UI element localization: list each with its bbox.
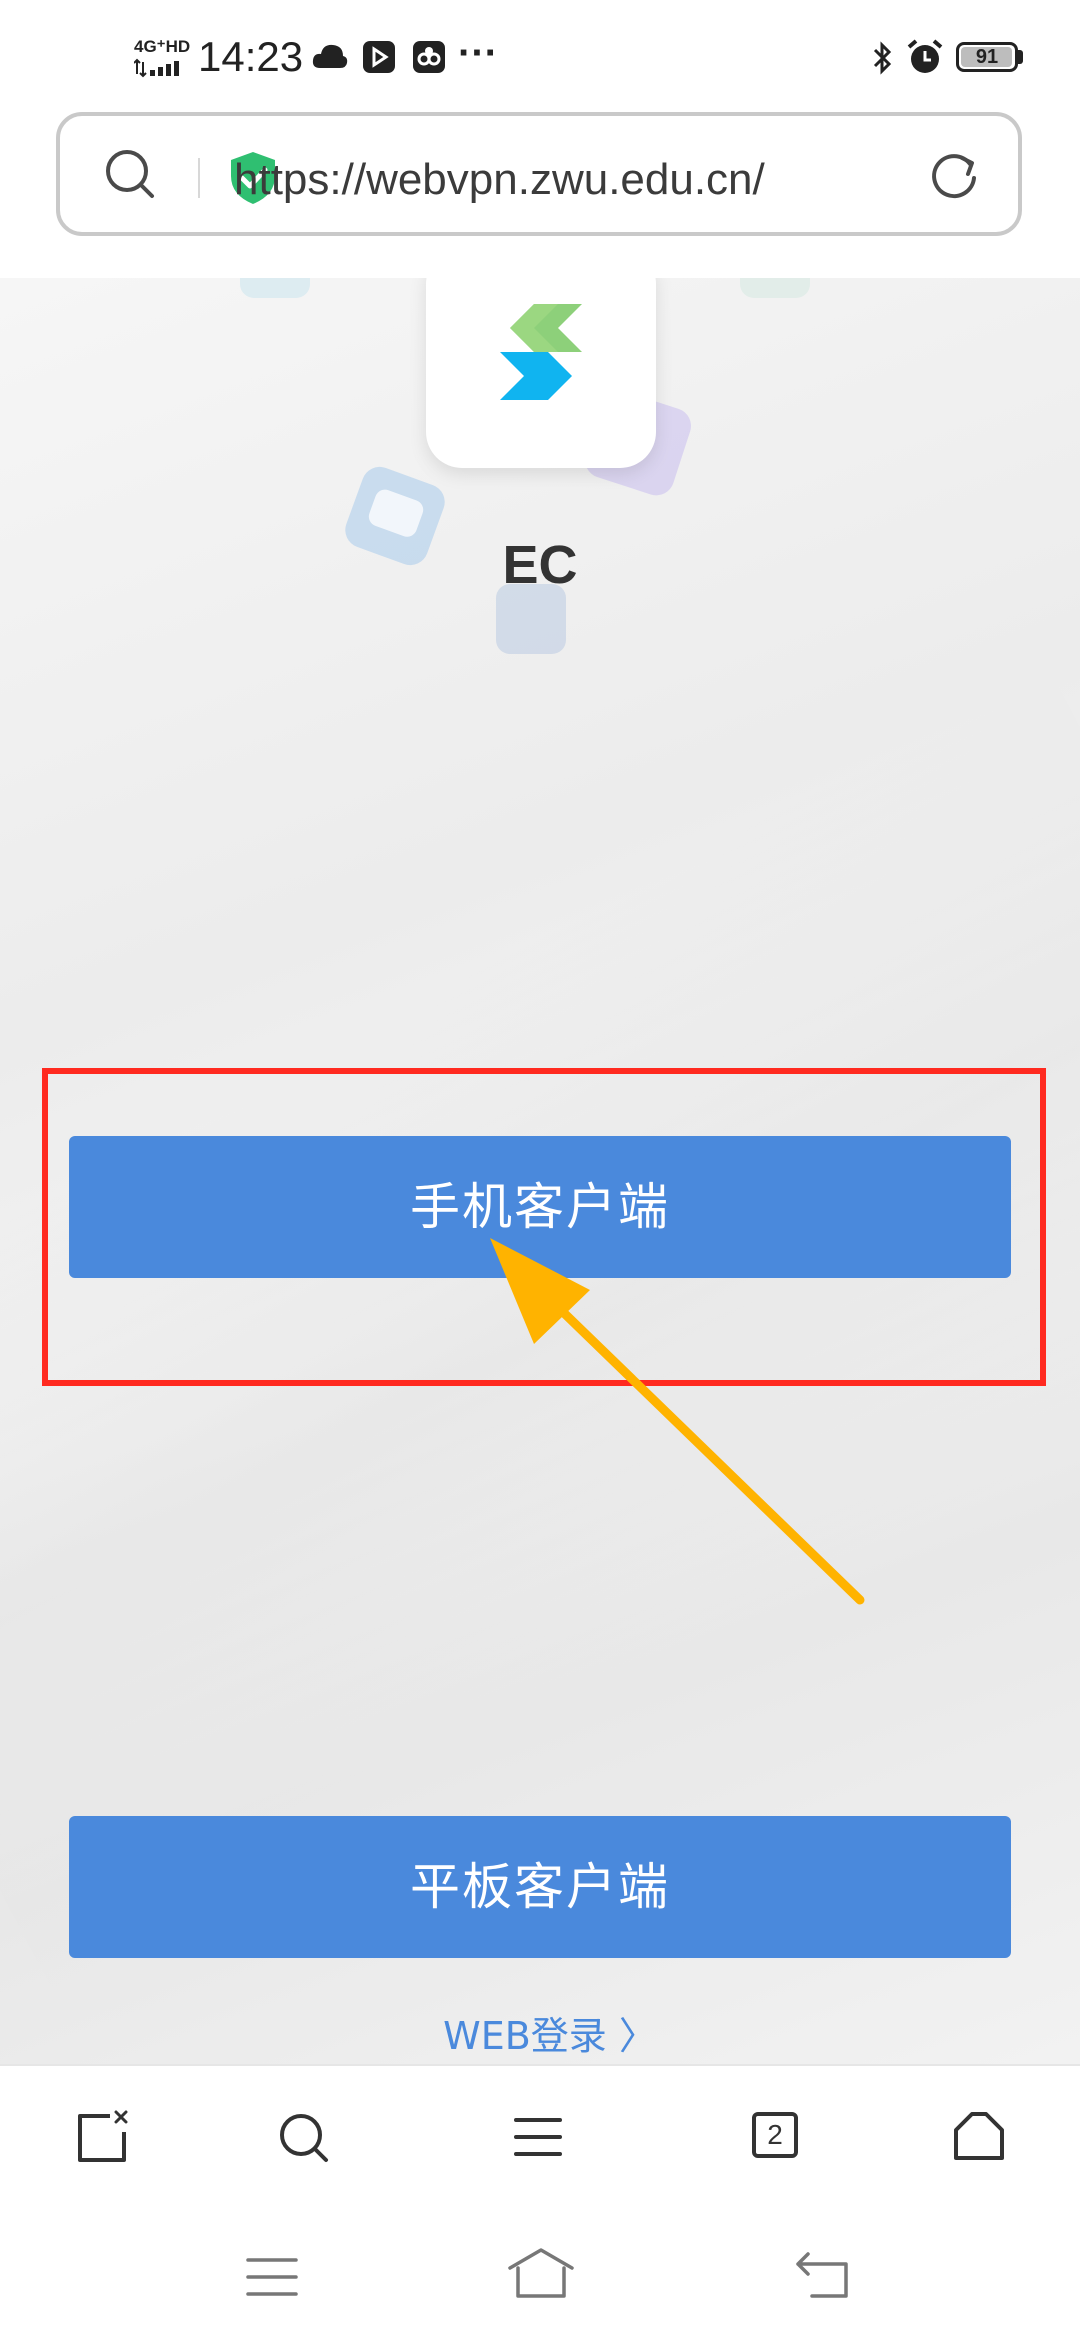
bluetooth-icon	[873, 41, 892, 75]
signal-icon	[134, 58, 179, 78]
toolbar-search-icon[interactable]	[276, 2110, 332, 2166]
alarm-icon	[907, 39, 943, 73]
battery-percent: 91	[975, 46, 999, 68]
ec-app-logo	[426, 278, 656, 468]
tabs-count-button[interactable]: 2	[752, 2112, 798, 2158]
more-notifications: ···	[458, 31, 498, 75]
system-home-icon[interactable]	[506, 2246, 576, 2302]
video-app-icon	[363, 41, 395, 73]
network-indicator: 4G⁺HD	[134, 37, 191, 56]
decor-faint-icon-right	[740, 278, 810, 298]
web-content: EC 手机客户端 平板客户端 WEB登录 〉	[0, 278, 1080, 2064]
cloud-icon	[312, 44, 348, 68]
url-text[interactable]: https://webvpn.zwu.edu.cn/	[234, 150, 894, 210]
tabs-count: 2	[767, 2119, 783, 2150]
menu-icon[interactable]	[510, 2112, 566, 2162]
game-app-icon	[413, 41, 445, 73]
decor-chat-icon	[340, 461, 450, 571]
back-icon[interactable]	[794, 2250, 852, 2302]
status-bar: 4G⁺HD 14:23 ··· 91	[0, 0, 1080, 110]
battery-tip	[1018, 50, 1023, 64]
decor-faint-icon-left	[240, 278, 310, 298]
recents-icon[interactable]	[244, 2252, 300, 2302]
ec-logo-icon	[500, 304, 582, 400]
home-icon[interactable]	[950, 2108, 1008, 2164]
address-divider	[198, 158, 200, 198]
battery-icon: 91	[956, 42, 1018, 72]
web-login-link[interactable]: WEB登录 〉	[420, 2008, 680, 2064]
close-tab-icon[interactable]	[74, 2110, 130, 2166]
app-name: EC	[502, 535, 578, 595]
reload-icon[interactable]	[926, 148, 982, 204]
tablet-client-button[interactable]: 平板客户端	[69, 1816, 1011, 1958]
annotation-arrow	[490, 1238, 865, 1605]
search-icon[interactable]	[102, 146, 158, 202]
status-time: 14:23	[198, 33, 304, 80]
